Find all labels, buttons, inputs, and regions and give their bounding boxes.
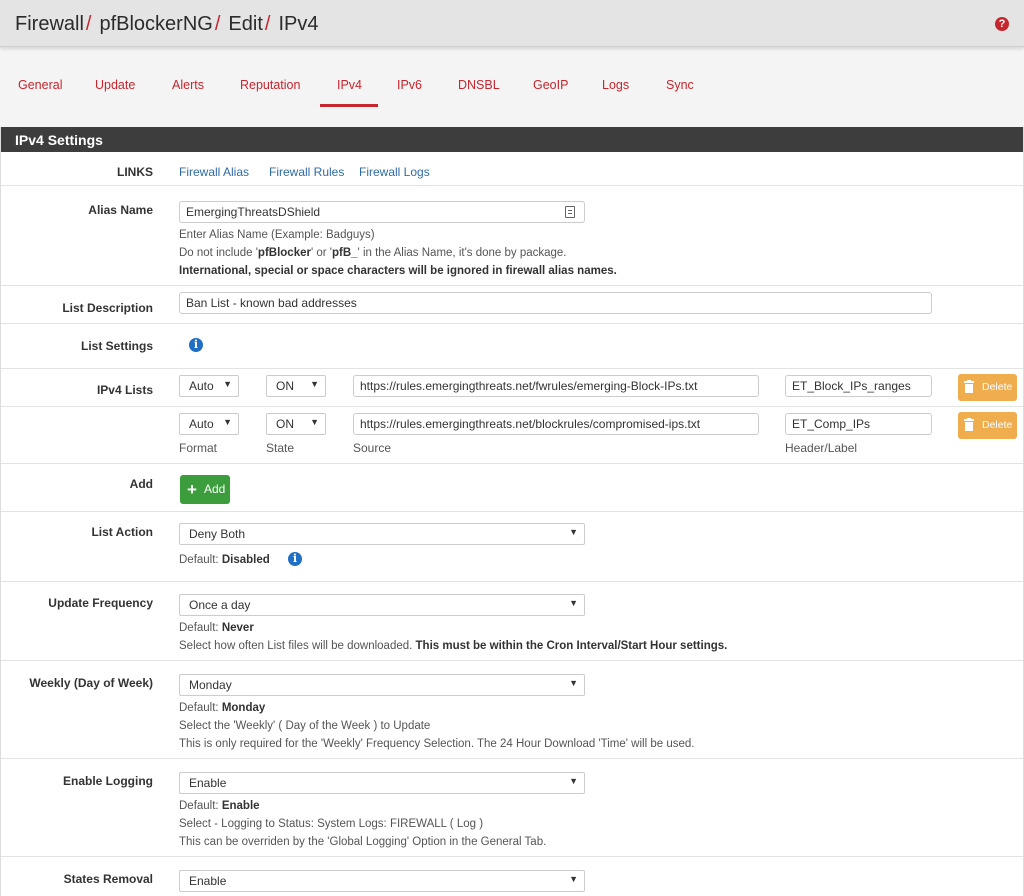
list-description-row: List Description Ban List - known bad ad… [1, 286, 1023, 324]
ipv4-lists-label: IPv4 Lists [96, 383, 153, 397]
list-action-row: List Action Deny Both ▼ Default: Disabled… [1, 512, 1023, 582]
update-frequency-select[interactable]: Once a day ▼ [179, 594, 585, 616]
trash-icon [964, 418, 974, 431]
format-select[interactable]: Auto ▼ [179, 413, 239, 435]
list-action-default: Default: Disabled [179, 554, 270, 566]
help-icon[interactable]: ? [995, 17, 1009, 31]
source-column-label: Source [353, 441, 392, 455]
caret-down-icon: ▼ [310, 417, 319, 427]
breadcrumb: Firewall / pfBlockerNG / Edit / IPv4 [15, 13, 318, 36]
links-label: LINKS [117, 165, 153, 179]
enable-logging-label: Enable Logging [63, 774, 153, 788]
states-removal-select[interactable]: Enable ▼ [179, 870, 585, 892]
ipv4-lists-row: IPv4 Lists Auto ▼ ON ▼ https://rules.emerg… [1, 369, 1023, 464]
caret-down-icon: ▼ [569, 776, 578, 786]
weekly-label: Weekly (Day of Week) [29, 676, 153, 690]
tab-dnsbl[interactable]: DNSBL [458, 78, 500, 92]
enable-logging-row: Enable Logging Enable ▼ Default: Enable S… [1, 759, 1023, 857]
state-column-label: State [266, 441, 295, 455]
tab-reputation[interactable]: Reputation [240, 78, 300, 92]
format-column-label: Format [179, 441, 218, 455]
tab-bar: General Update Alerts Reputation IPv4 IP… [0, 67, 1024, 107]
update-frequency-label: Update Frequency [48, 596, 153, 610]
info-icon[interactable]: i [189, 338, 203, 352]
caret-down-icon: ▼ [569, 678, 578, 688]
enable-logging-select[interactable]: Enable ▼ [179, 772, 585, 794]
trash-icon [964, 380, 974, 393]
list-action-select[interactable]: Deny Both ▼ [179, 523, 585, 545]
links-row: LINKS Firewall Alias Firewall Rules Fire… [1, 152, 1023, 186]
caret-down-icon: ▼ [569, 527, 578, 537]
state-select[interactable]: ON ▼ [266, 375, 326, 397]
firewall-logs-link[interactable]: Firewall Logs [359, 165, 430, 179]
caret-down-icon: ▼ [310, 379, 319, 389]
breadcrumb-edit[interactable]: Edit [228, 13, 262, 35]
source-input[interactable]: https://rules.emergingthreats.net/blockr… [353, 413, 759, 435]
update-frequency-row: Update Frequency Once a day ▼ Default: Ne… [1, 582, 1023, 661]
add-label: Add [129, 477, 153, 491]
ipv4-settings-panel: IPv4 Settings LINKS Firewall Alias Firew… [0, 127, 1024, 896]
alias-name-row: Alias Name EmergingThreatsDShield Enter … [1, 186, 1023, 286]
source-input[interactable]: https://rules.emergingthreats.net/fwrule… [353, 375, 759, 397]
breadcrumb-separator: / [214, 13, 221, 35]
tab-alerts[interactable]: Alerts [172, 78, 204, 92]
alias-name-input[interactable]: EmergingThreatsDShield [179, 201, 585, 223]
caret-down-icon: ▼ [223, 417, 232, 427]
tab-general[interactable]: General [18, 78, 62, 92]
weekly-help: Default: Monday Select the 'Weekly' ( Da… [179, 702, 695, 750]
caret-down-icon: ▼ [569, 598, 578, 608]
header-label-input[interactable]: ET_Block_IPs_ranges [785, 375, 932, 397]
enable-logging-help: Default: Enable Select - Logging to Stat… [179, 800, 547, 848]
caret-down-icon: ▼ [569, 874, 578, 884]
format-select[interactable]: Auto ▼ [179, 375, 239, 397]
alias-name-help: Enter Alias Name (Example: Badguys) Do n… [179, 229, 617, 277]
breadcrumb-separator: / [264, 13, 271, 35]
add-row: Add + Add [1, 464, 1023, 512]
breadcrumb-pfblockerng[interactable]: pfBlockerNG [99, 13, 212, 35]
weekly-row: Weekly (Day of Week) Monday ▼ Default: Mo… [1, 661, 1023, 759]
title-bar: Firewall / pfBlockerNG / Edit / IPv4 ? [0, 0, 1024, 47]
breadcrumb-separator: / [85, 13, 92, 35]
info-icon[interactable]: i [288, 552, 302, 566]
list-description-label: List Description [62, 301, 153, 315]
alias-name-label: Alias Name [88, 203, 153, 217]
states-removal-label: States Removal [63, 872, 153, 886]
tab-ipv4[interactable]: IPv4 [337, 78, 362, 92]
state-select[interactable]: ON ▼ [266, 413, 326, 435]
plus-icon: + [187, 480, 197, 499]
breadcrumb-firewall[interactable]: Firewall [15, 13, 84, 35]
firewall-alias-link[interactable]: Firewall Alias [179, 165, 249, 179]
list-settings-label: List Settings [80, 339, 153, 353]
weekly-select[interactable]: Monday ▼ [179, 674, 585, 696]
delete-button[interactable]: Delete [958, 412, 1017, 439]
tab-logs[interactable]: Logs [602, 78, 629, 92]
tab-update[interactable]: Update [95, 78, 135, 92]
tab-sync[interactable]: Sync [666, 78, 694, 92]
list-settings-row: List Settings i [1, 324, 1023, 369]
header-column-label: Header/Label [785, 441, 858, 455]
document-icon [565, 206, 575, 218]
row-divider [1, 406, 1023, 407]
breadcrumb-ipv4: IPv4 [278, 13, 319, 35]
firewall-rules-link[interactable]: Firewall Rules [269, 165, 344, 179]
tab-ipv6[interactable]: IPv6 [397, 78, 422, 92]
caret-down-icon: ▼ [223, 379, 232, 389]
update-frequency-help: Default: Never Select how often List fil… [179, 622, 728, 652]
add-button[interactable]: + Add [180, 475, 230, 504]
panel-title: IPv4 Settings [1, 127, 1023, 152]
states-removal-row: States Removal Enable ▼ [1, 857, 1023, 896]
tab-geoip[interactable]: GeoIP [533, 78, 568, 92]
list-action-label: List Action [91, 525, 153, 539]
list-description-input[interactable]: Ban List - known bad addresses [179, 292, 932, 314]
delete-button[interactable]: Delete [958, 374, 1017, 401]
header-label-input[interactable]: ET_Comp_IPs [785, 413, 932, 435]
active-tab-indicator [320, 104, 378, 107]
